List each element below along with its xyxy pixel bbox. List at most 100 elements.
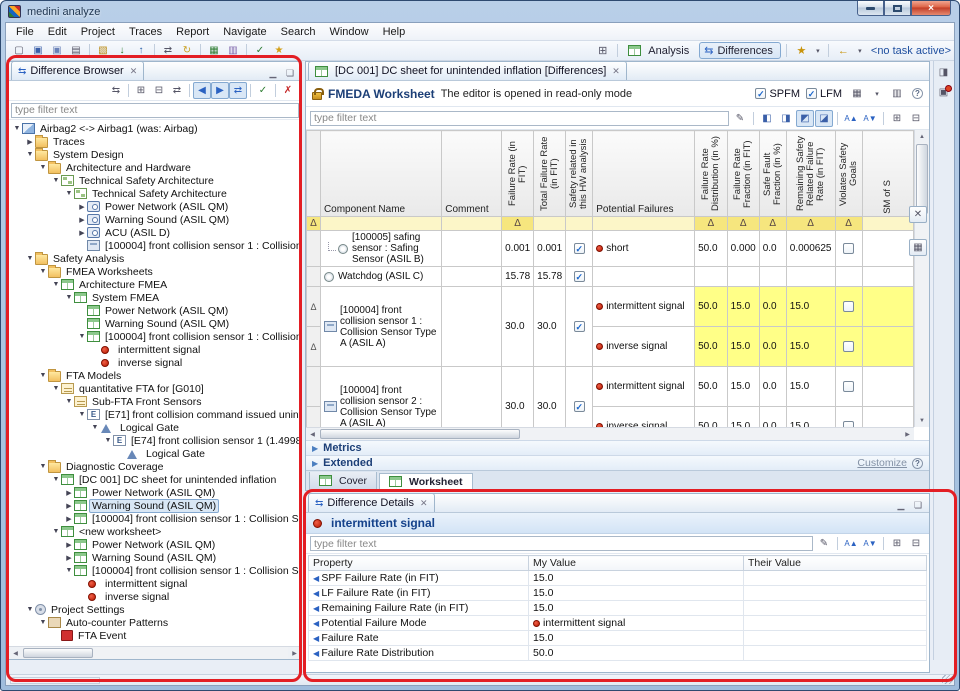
safety-related-cell[interactable]: ✓ xyxy=(566,231,593,267)
menu-navigate[interactable]: Navigate xyxy=(216,24,273,40)
worksheet-row[interactable]: [100005] safing sensor : Safing Sensor (… xyxy=(307,231,914,267)
comment-cell[interactable] xyxy=(442,231,502,267)
their-value-cell[interactable] xyxy=(744,601,927,616)
tree-item[interactable]: ▼Logical Gate xyxy=(9,421,301,434)
potential-failure-cell[interactable]: short xyxy=(593,231,695,267)
my-value-cell[interactable]: 50.0 xyxy=(529,646,744,661)
view-last-icon[interactable]: ◪ xyxy=(815,110,833,127)
expanded-arrow-icon[interactable]: ▼ xyxy=(64,398,74,405)
remaining-failure-rate-cell[interactable] xyxy=(786,267,835,287)
tree-item[interactable]: inverse signal xyxy=(9,356,301,369)
failure-rate-distribution-cell[interactable]: 50.0 xyxy=(695,367,728,407)
delta-column-header[interactable] xyxy=(307,131,321,217)
view-prev-icon[interactable]: ◨ xyxy=(777,110,795,127)
worksheet-hscrollbar[interactable]: ◀ ▶ xyxy=(306,427,914,440)
menu-file[interactable]: File xyxy=(9,24,41,40)
tree-item[interactable]: Logical Gate xyxy=(9,447,301,460)
expanded-arrow-icon[interactable]: ▼ xyxy=(38,268,48,275)
titlebar[interactable]: medini analyze xyxy=(1,1,959,22)
link-with-editor-icon[interactable]: ⇄ xyxy=(159,42,177,59)
menu-report[interactable]: Report xyxy=(169,24,216,40)
checkbox-icon[interactable]: ✓ xyxy=(574,243,585,254)
print-icon[interactable]: ▤ xyxy=(67,42,85,59)
lfm-checkbox[interactable]: ✓ LFM xyxy=(806,88,842,100)
worksheet-row[interactable]: Δ[100004] front collision sensor 1 : Col… xyxy=(307,287,914,327)
active-task-label[interactable]: <no task active> xyxy=(871,45,951,57)
new-file-icon[interactable]: ▢ xyxy=(10,42,28,59)
tree-item[interactable]: Power Network (ASIL QM) xyxy=(9,304,301,317)
my-value-cell[interactable]: 15.0 xyxy=(529,586,744,601)
scroll-thumb[interactable] xyxy=(320,429,520,439)
minimized-problems-view-icon[interactable]: ▣ xyxy=(935,84,953,101)
expanded-arrow-icon[interactable]: ▼ xyxy=(25,151,35,158)
maximize-view-icon[interactable]: ❏ xyxy=(283,67,297,80)
component-name-cell[interactable]: [100005] safing sensor : Safing Sensor (… xyxy=(320,231,441,267)
their-value-cell[interactable] xyxy=(744,646,927,661)
tree-item[interactable]: ▶Power Network (ASIL QM) xyxy=(9,486,301,499)
maximize-button[interactable] xyxy=(884,1,911,16)
tree-item[interactable]: ▼Auto-counter Patterns xyxy=(9,616,301,629)
expand-all-icon[interactable]: ⊞ xyxy=(888,535,906,552)
sm-cell[interactable] xyxy=(862,407,913,428)
column-header[interactable]: Failure Rate Distribution (in %) xyxy=(695,131,728,217)
failure-rate-cell[interactable]: 30.0 xyxy=(502,287,534,367)
comment-cell[interactable] xyxy=(442,367,502,428)
safe-fault-fraction-cell[interactable]: 0.0 xyxy=(759,327,786,367)
refresh-icon[interactable]: ↻ xyxy=(178,42,196,59)
menu-edit[interactable]: Edit xyxy=(41,24,74,40)
tree-item[interactable]: ▶Power Network (ASIL QM) xyxy=(9,538,301,551)
failure-rate-fraction-cell[interactable]: 15.0 xyxy=(727,287,759,327)
tree-item[interactable]: FTA Event xyxy=(9,629,301,642)
minimize-view-icon[interactable]: ▁ xyxy=(894,499,908,512)
property-cell[interactable]: ◀ Potential Failure Mode xyxy=(309,616,529,631)
potential-failure-cell[interactable]: inverse signal xyxy=(593,407,695,428)
grid-config-button[interactable]: ▦ xyxy=(909,239,927,256)
expanded-arrow-icon[interactable]: ▼ xyxy=(38,164,48,171)
column-header[interactable]: Safety related in this HW analysis xyxy=(566,131,593,217)
menu-traces[interactable]: Traces xyxy=(122,24,169,40)
scroll-thumb[interactable] xyxy=(23,648,93,658)
tree-item[interactable]: inverse signal xyxy=(9,590,301,603)
back-dropdown-icon[interactable]: ▾ xyxy=(855,42,865,59)
their-value-cell[interactable] xyxy=(744,631,927,646)
export-icon[interactable]: ↑ xyxy=(132,42,150,59)
tree-item[interactable]: ▼quantitative FTA for [G010] xyxy=(9,382,301,395)
tree-item[interactable]: ▼[100004] front collision sensor 1 : Col… xyxy=(9,564,301,577)
my-value-cell[interactable]: intermittent signal xyxy=(529,616,744,631)
tree-item[interactable]: ▼[E71] front collision command issued un… xyxy=(9,408,301,421)
show-incoming-icon[interactable]: ◀ xyxy=(193,82,211,99)
column-header[interactable]: Potential Failures xyxy=(593,131,695,217)
expanded-arrow-icon[interactable]: ▼ xyxy=(12,125,22,132)
open-perspective-icon[interactable]: ⊞ xyxy=(593,42,612,59)
potential-failure-cell[interactable] xyxy=(593,267,695,287)
tree-item[interactable]: ▶[100004] front collision sensor 1 : Col… xyxy=(9,512,301,525)
scroll-left-icon[interactable]: ◀ xyxy=(9,647,22,659)
details-row[interactable]: ◀ Failure Rate Distribution50.0 xyxy=(309,646,927,661)
link-with-editor-icon[interactable]: ⇄ xyxy=(168,82,186,99)
violates-safety-goals-cell[interactable] xyxy=(835,231,862,267)
sm-cell[interactable] xyxy=(862,327,913,367)
remaining-failure-rate-cell[interactable]: 15.0 xyxy=(786,327,835,367)
failure-rate-distribution-cell[interactable]: 50.0 xyxy=(695,287,728,327)
potential-failure-cell[interactable]: intermittent signal xyxy=(593,287,695,327)
spfm-checkbox[interactable]: ✓ SPFM xyxy=(755,88,800,100)
tree-item[interactable]: ▼<new worksheet> xyxy=(9,525,301,538)
view-first-icon[interactable]: ◧ xyxy=(758,110,776,127)
property-cell[interactable]: ◀ LF Failure Rate (in FIT) xyxy=(309,586,529,601)
expanded-arrow-icon[interactable]: ▼ xyxy=(77,333,87,340)
new-project-icon[interactable]: ▧ xyxy=(94,42,112,59)
sm-cell[interactable] xyxy=(862,231,913,267)
metrics-section-header[interactable]: ▶ Metrics xyxy=(306,440,929,455)
checkbox-icon[interactable] xyxy=(843,301,854,312)
failure-rate-distribution-cell[interactable]: 50.0 xyxy=(695,327,728,367)
tree-item[interactable]: ▼Architecture and Hardware xyxy=(9,161,301,174)
expanded-arrow-icon[interactable]: ▼ xyxy=(51,528,61,535)
potential-failure-cell[interactable]: intermittent signal xyxy=(593,367,695,407)
maximize-view-icon[interactable]: ❏ xyxy=(911,499,925,512)
details-column-header[interactable]: Property xyxy=(309,556,529,571)
worksheet-filter-input[interactable] xyxy=(310,111,729,126)
font-decrease-icon[interactable]: A▼ xyxy=(861,110,879,127)
tree-item[interactable]: ▼FMEA Worksheets xyxy=(9,265,301,278)
close-delta-button[interactable]: ✕ xyxy=(909,206,927,223)
tree-item[interactable]: intermittent signal xyxy=(9,577,301,590)
